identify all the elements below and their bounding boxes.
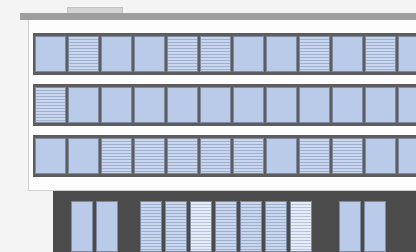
window-with-blinds — [101, 138, 132, 174]
roof-edge — [20, 13, 416, 20]
window-with-blinds — [167, 36, 198, 72]
window — [101, 36, 132, 72]
window-band-floor-2 — [33, 84, 416, 126]
ground-window — [96, 201, 118, 252]
window-with-blinds — [68, 36, 99, 72]
window — [398, 138, 416, 174]
window-with-blinds — [200, 138, 231, 174]
ground-window-with-blinds — [215, 201, 237, 252]
window — [299, 87, 330, 123]
building-illustration — [0, 0, 416, 252]
window — [365, 138, 396, 174]
window-with-blinds — [299, 138, 330, 174]
window — [332, 36, 363, 72]
window — [35, 36, 66, 72]
window — [266, 87, 297, 123]
ground-window-with-blinds — [240, 201, 262, 252]
window — [200, 87, 231, 123]
window-with-blinds — [233, 138, 264, 174]
window — [167, 87, 198, 123]
window-band-floor-3 — [33, 33, 416, 75]
window-with-blinds — [35, 87, 66, 123]
window-band-floor-1 — [33, 135, 416, 177]
window — [68, 87, 99, 123]
window — [233, 36, 264, 72]
ground-window-with-blinds — [165, 201, 187, 252]
window — [68, 138, 99, 174]
window — [35, 138, 66, 174]
ground-window — [339, 201, 361, 252]
ground-window-with-blinds — [290, 201, 312, 252]
window-with-blinds — [134, 138, 165, 174]
ground-window — [71, 201, 93, 252]
window — [134, 87, 165, 123]
window — [365, 87, 396, 123]
window-with-blinds — [167, 138, 198, 174]
ground-window-with-blinds — [140, 201, 162, 252]
window — [101, 87, 132, 123]
window — [398, 36, 416, 72]
window-with-blinds — [332, 138, 363, 174]
window-with-blinds — [365, 36, 396, 72]
window — [266, 36, 297, 72]
ground-window-with-blinds — [265, 201, 287, 252]
window — [332, 87, 363, 123]
ground-floor — [53, 191, 416, 252]
window-with-blinds — [299, 36, 330, 72]
window — [398, 87, 416, 123]
window-with-blinds — [200, 36, 231, 72]
ground-window — [364, 201, 386, 252]
window — [134, 36, 165, 72]
window — [233, 87, 264, 123]
ground-window-with-blinds — [190, 201, 212, 252]
window — [266, 138, 297, 174]
